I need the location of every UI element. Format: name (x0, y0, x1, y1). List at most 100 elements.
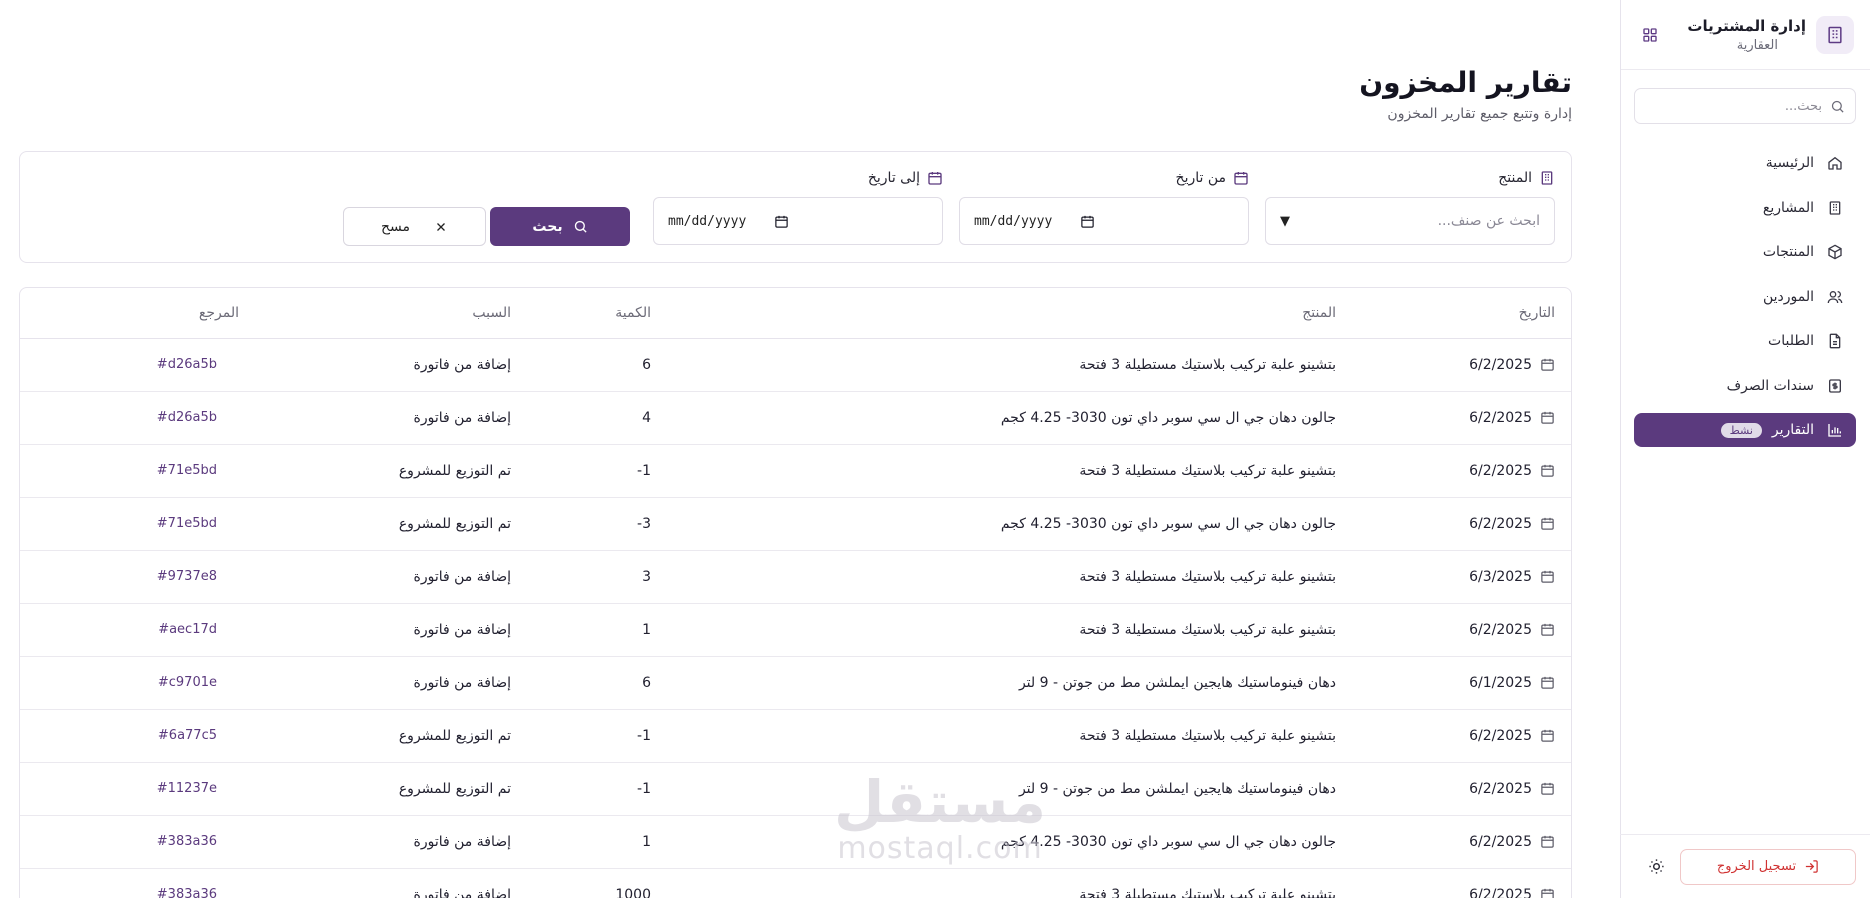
date-text: 6/2/2025 (1469, 515, 1532, 532)
cell-date: 6/2/2025 (1336, 391, 1571, 445)
cell-reference[interactable]: #9737e8 (20, 550, 239, 604)
date-text: 6/2/2025 (1469, 886, 1532, 898)
reference-text[interactable]: #11237e (157, 781, 217, 796)
search-button[interactable]: بحث (490, 207, 630, 246)
reference-text[interactable]: aec17d# (158, 622, 217, 637)
from-date-label: من تاريخ (1176, 170, 1249, 186)
box-icon (1826, 243, 1844, 261)
table-row[interactable]: 6/2/2025 جالون دهان جي ال سي سوبر داي تون… (20, 497, 1571, 551)
logout-button[interactable]: تسجيل الخروج (1680, 848, 1856, 885)
sidebar-item-reports[interactable]: التقارير نشط (1634, 413, 1856, 447)
sidebar: إدارة المشتريات العقارية الرئيسية المشار… (1620, 0, 1870, 898)
calendar-icon (1540, 357, 1555, 372)
cell-reference[interactable]: #383a36 (20, 868, 239, 898)
grid-toggle-icon[interactable] (1639, 24, 1661, 46)
brand-subtitle: العقارية (1736, 37, 1778, 53)
calendar-picker-icon[interactable] (774, 214, 789, 229)
header-reference-text: المرجع (198, 304, 239, 321)
table-row[interactable]: 6/3/2025 بتشينو علبة تركيب بلاستيك مستطيل… (20, 550, 1571, 604)
cell-date: 6/2/2025 (1336, 603, 1571, 657)
table-row[interactable]: 6/2/2025 بتشينو علبة تركيب بلاستيك مستطيل… (20, 868, 1571, 898)
sun-icon[interactable] (1644, 855, 1668, 879)
date-text: 6/1/2025 (1469, 674, 1532, 691)
reference-text[interactable]: c9701e# (158, 675, 217, 690)
cell-reference[interactable]: aec17d# (20, 603, 239, 657)
reference-text[interactable]: #383a36 (157, 834, 217, 849)
header-reference[interactable]: المرجع (20, 288, 239, 339)
quantity-text: -3 (637, 515, 651, 532)
reference-text[interactable]: #9737e8 (157, 569, 217, 584)
cell-reference[interactable]: #11237e (20, 762, 239, 816)
cell-reference[interactable]: c9701e# (20, 656, 239, 710)
reference-text[interactable]: d26a5b# (157, 410, 217, 425)
logout-icon (1804, 859, 1819, 874)
cell-reference[interactable]: #6a77c5 (20, 709, 239, 763)
cell-reference[interactable]: #383a36 (20, 815, 239, 869)
table-row[interactable]: 6/2/2025 بتشينو علبة تركيب بلاستيك مستطيل… (20, 338, 1571, 392)
sidebar-item-products[interactable]: المنتجات (1634, 235, 1856, 269)
cell-reason: تم التوزيع للمشروع (239, 709, 511, 763)
cell-reason: تم التوزيع للمشروع (239, 444, 511, 498)
clear-button-label: مسح (380, 218, 411, 235)
reference-text[interactable]: d26a5b# (157, 357, 217, 372)
sidebar-search-input[interactable] (1645, 98, 1822, 114)
cell-product: بتشينو علبة تركيب بلاستيك مستطيلة 3 فتحة (651, 550, 1336, 604)
sidebar-item-vouchers[interactable]: سندات الصرف (1634, 369, 1856, 403)
cell-quantity: 1000 (511, 868, 651, 898)
table-row[interactable]: 6/2/2025 بتشينو علبة تركيب بلاستيك مستطيل… (20, 444, 1571, 498)
header-quantity[interactable]: الكمية (511, 288, 651, 339)
cell-reference[interactable]: d26a5b# (20, 391, 239, 445)
reference-text[interactable]: #71e5bd (157, 516, 217, 531)
clear-button[interactable]: مسح (343, 207, 486, 246)
cell-reason: إضافة من فاتورة (239, 603, 511, 657)
date-text: 6/2/2025 (1469, 727, 1532, 744)
cell-reference[interactable]: #71e5bd (20, 444, 239, 498)
reference-text[interactable]: #6a77c5 (158, 728, 217, 743)
table-row[interactable]: 6/2/2025 بتشينو علبة تركيب بلاستيك مستطيل… (20, 709, 1571, 763)
table-row[interactable]: 6/2/2025 دهان فينوماستيك هايجين ايملشن مط… (20, 762, 1571, 816)
product-combobox[interactable]: ابحث عن صنف... ▼ (1265, 197, 1555, 245)
cell-product: بتشينو علبة تركيب بلاستيك مستطيلة 3 فتحة (651, 603, 1336, 657)
header-product[interactable]: المنتج (651, 288, 1336, 339)
cell-reference[interactable]: d26a5b# (20, 338, 239, 392)
reference-text[interactable]: #383a36 (157, 887, 217, 898)
header-reason[interactable]: السبب (239, 288, 511, 339)
filters-card: المنتج ابحث عن صنف... ▼ من تاريخ mm/dd/y… (19, 151, 1572, 263)
calendar-picker-icon[interactable] (1080, 214, 1095, 229)
from-date-input[interactable]: mm/dd/yyyy (959, 197, 1249, 245)
quantity-text: 6 (642, 356, 651, 373)
cell-product: جالون دهان جي ال سي سوبر داي تون 3030- 4… (651, 497, 1336, 551)
sidebar-item-projects[interactable]: المشاريع (1634, 191, 1856, 225)
table-row[interactable]: 6/1/2025 دهان فينوماستيك هايجين ايملشن مط… (20, 656, 1571, 710)
cell-reason: إضافة من فاتورة (239, 338, 511, 392)
to-date-input[interactable]: mm/dd/yyyy (653, 197, 943, 245)
sidebar-item-label: المنتجات (1762, 244, 1814, 260)
sidebar-item-home[interactable]: الرئيسية (1634, 146, 1856, 180)
cell-reference[interactable]: #71e5bd (20, 497, 239, 551)
product-placeholder: ابحث عن صنف... (1437, 213, 1540, 229)
calendar-icon (1540, 622, 1555, 637)
quantity-text: -1 (637, 462, 651, 479)
quantity-text: -1 (637, 727, 651, 744)
cell-quantity: -1 (511, 709, 651, 763)
cell-quantity: -3 (511, 497, 651, 551)
sidebar-item-orders[interactable]: الطلبات (1634, 324, 1856, 358)
table-row[interactable]: 6/2/2025 جالون دهان جي ال سي سوبر داي تون… (20, 391, 1571, 445)
active-badge: نشط (1720, 422, 1762, 438)
calendar-icon (1540, 728, 1555, 743)
table-row[interactable]: 6/2/2025 بتشينو علبة تركيب بلاستيك مستطيل… (20, 603, 1571, 657)
sidebar-item-label: المشاريع (1762, 199, 1814, 216)
date-text: 6/3/2025 (1469, 568, 1532, 585)
cell-quantity: 6 (511, 656, 651, 710)
cell-quantity: -1 (511, 762, 651, 816)
quantity-text: 3 (642, 568, 651, 585)
calendar-icon (1540, 410, 1555, 425)
calendar-icon (927, 170, 943, 186)
table-row[interactable]: 6/2/2025 جالون دهان جي ال سي سوبر داي تون… (20, 815, 1571, 869)
cell-quantity: 3 (511, 550, 651, 604)
reference-text[interactable]: #71e5bd (157, 463, 217, 478)
header-date[interactable]: التاريخ (1336, 288, 1571, 339)
sidebar-item-suppliers[interactable]: الموردين (1634, 280, 1856, 314)
cell-quantity: -1 (511, 444, 651, 498)
calendar-icon (1540, 675, 1555, 690)
